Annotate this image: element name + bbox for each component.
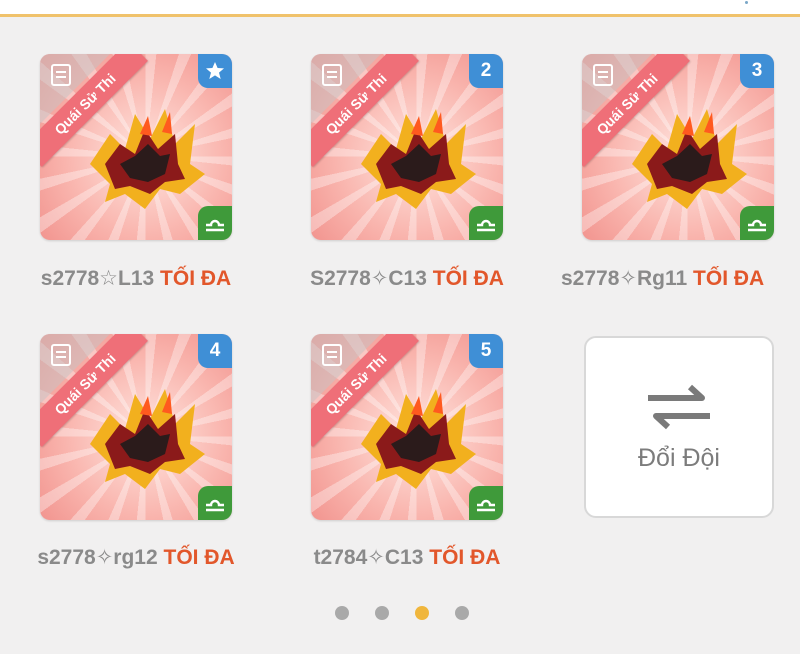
team-badge: 4 xyxy=(198,334,232,368)
swap-team-button[interactable]: Đổi Đội xyxy=(584,336,774,518)
monster-card-3[interactable]: Quái Sử Thi 3 xyxy=(582,54,774,240)
monster-card-4[interactable]: Quái Sử Thi 4 xyxy=(40,334,232,520)
card-label-5: t2784✧C13 TỐI ĐA xyxy=(282,545,532,570)
team-badge xyxy=(198,54,232,88)
monster-name: s2778✧Rg11 xyxy=(561,267,688,290)
document-icon[interactable] xyxy=(51,344,71,366)
card-label-2: S2778✧C13 TỐI ĐA xyxy=(282,266,532,291)
max-level-text: TỐI ĐA xyxy=(429,546,501,569)
monster-card-2[interactable]: Quái Sử Thi 2 xyxy=(311,54,503,240)
card-label-1: s2778☆L13 TỐI ĐA xyxy=(11,266,261,291)
page-indicator xyxy=(335,606,469,620)
swap-arrows-icon xyxy=(648,384,710,429)
max-level-text: TỐI ĐA xyxy=(693,267,765,290)
monster-image xyxy=(632,109,747,209)
monster-name: s2778✧rg12 xyxy=(37,546,158,569)
star-icon xyxy=(206,62,224,79)
team-badge: 3 xyxy=(740,54,774,88)
max-level-text: TỐI ĐA xyxy=(160,267,232,290)
monster-name: t2784✧C13 xyxy=(313,546,424,569)
libra-zodiac-icon xyxy=(469,486,503,520)
monster-image xyxy=(361,389,476,489)
team-badge: 2 xyxy=(469,54,503,88)
top-bar xyxy=(0,0,800,17)
document-icon[interactable] xyxy=(593,64,613,86)
page-dot-4[interactable] xyxy=(455,606,469,620)
monster-image xyxy=(90,389,205,489)
monster-image xyxy=(90,109,205,209)
team-badge: 5 xyxy=(469,334,503,368)
card-label-4: s2778✧rg12 TỐI ĐA xyxy=(11,545,261,570)
libra-zodiac-icon xyxy=(198,486,232,520)
top-dot xyxy=(745,1,748,4)
monster-card-1[interactable]: Quái Sử Thi xyxy=(40,54,232,240)
monster-name: s2778☆L13 xyxy=(40,267,155,290)
libra-zodiac-icon xyxy=(740,206,774,240)
libra-zodiac-icon xyxy=(469,206,503,240)
libra-zodiac-icon xyxy=(198,206,232,240)
max-level-text: TỐI ĐA xyxy=(432,267,504,290)
document-icon[interactable] xyxy=(51,64,71,86)
monster-image xyxy=(361,109,476,209)
swap-team-label: Đổi Đội xyxy=(638,443,720,472)
page-dot-3-active[interactable] xyxy=(415,606,429,620)
monster-card-5[interactable]: Quái Sử Thi 5 xyxy=(311,334,503,520)
card-label-3: s2778✧Rg11 TỐI ĐA xyxy=(550,266,800,291)
page-dot-1[interactable] xyxy=(335,606,349,620)
document-icon[interactable] xyxy=(322,64,342,86)
monster-name: S2778✧C13 xyxy=(310,267,427,290)
page-dot-2[interactable] xyxy=(375,606,389,620)
document-icon[interactable] xyxy=(322,344,342,366)
max-level-text: TỐI ĐA xyxy=(163,546,235,569)
